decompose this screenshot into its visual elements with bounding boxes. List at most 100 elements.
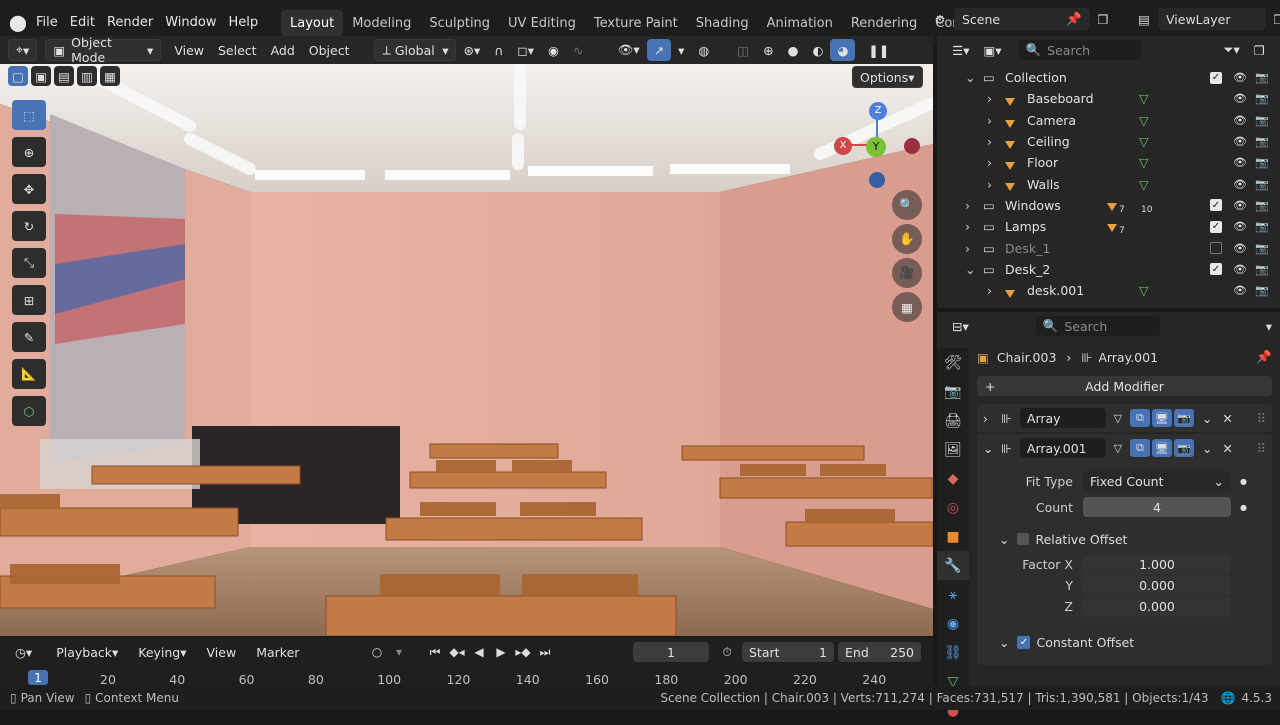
modifier-name-field[interactable]: Array: [1019, 408, 1106, 428]
viewport-toggle-icon[interactable]: 🖥: [1151, 439, 1172, 457]
outliner-row-ceiling[interactable]: › Ceiling ▽ 👁 📷: [937, 131, 1280, 152]
xray-toggle[interactable]: ◫: [730, 39, 756, 61]
transform-icon[interactable]: ⊞: [12, 285, 46, 315]
camera-icon[interactable]: 📷: [1255, 71, 1269, 84]
frame-ruler[interactable]: 1 20 40 60 80 100 120 140 160 180 200 220 240: [0, 638, 933, 687]
expand-chevron-icon[interactable]: ›: [983, 411, 997, 426]
factor-z-field[interactable]: 0.000: [1083, 596, 1231, 617]
outliner-search-input[interactable]: Search: [1047, 43, 1090, 58]
add-modifier-button[interactable]: + Add Modifier: [977, 376, 1272, 396]
add-cube-icon[interactable]: ⬡: [12, 396, 46, 426]
output-tab-icon[interactable]: 🖨: [937, 406, 969, 435]
outliner-search-field[interactable]: 🔍 Search: [1018, 40, 1141, 60]
on-cage-toggle-icon[interactable]: ⧉: [1129, 439, 1150, 457]
expand-chevron-icon[interactable]: ›: [965, 219, 970, 234]
camera-icon[interactable]: 📷: [1255, 242, 1269, 255]
camera-icon[interactable]: 📷: [1255, 92, 1269, 105]
filter-icon[interactable]: ⏷▾: [1217, 39, 1247, 61]
eye-icon[interactable]: 👁: [1233, 242, 1247, 255]
chevron-down-icon[interactable]: ⌄: [999, 635, 1009, 650]
viewport-toggle-icon[interactable]: 🖥: [1151, 409, 1172, 427]
exclude-checkbox[interactable]: ✓: [1210, 199, 1222, 212]
scene-icon[interactable]: ⚙: [926, 12, 954, 27]
outliner-row-windows[interactable]: › ▭ Windows 7 10 ✓ 👁 📷: [937, 195, 1280, 216]
edit-mode-toggle-icon[interactable]: ▽: [1108, 439, 1128, 457]
expand-chevron-icon[interactable]: ⌄: [965, 262, 975, 277]
exclude-checkbox[interactable]: ✓: [1210, 263, 1222, 276]
overlays-button[interactable]: ◍: [691, 39, 716, 61]
fit-type-dropdown[interactable]: Fixed Count ⌄: [1083, 471, 1231, 491]
modifier-name-field[interactable]: Array.001: [1019, 438, 1106, 458]
scale-icon[interactable]: ⤡: [12, 248, 46, 278]
outliner-row-desk-001[interactable]: › desk.001 ▽ 👁 📷: [937, 280, 1280, 301]
eye-icon[interactable]: 👁: [1233, 220, 1247, 233]
gizmo-z-axis[interactable]: Z: [869, 102, 887, 120]
outliner-row-floor[interactable]: › Floor ▽ 👁 📷: [937, 152, 1280, 173]
modifier-tab-icon[interactable]: 🔧: [937, 551, 969, 580]
pin-icon[interactable]: 📌: [1066, 11, 1082, 27]
workspace-tab-sculpting[interactable]: Sculpting: [420, 10, 499, 36]
drag-handle-icon[interactable]: ⠿: [1257, 441, 1266, 456]
viewport-menu-select[interactable]: Select: [211, 39, 264, 61]
select-new-icon[interactable]: ▢: [8, 66, 28, 86]
chevron-down-icon[interactable]: ⌄: [1202, 441, 1212, 456]
select-intersect-icon[interactable]: ▦: [100, 66, 120, 86]
eye-icon[interactable]: 👁: [1233, 71, 1247, 84]
factor-y-field[interactable]: 0.000: [1083, 575, 1231, 596]
chevron-down-icon[interactable]: ⌄: [1202, 411, 1212, 426]
workspace-tab-texture-paint[interactable]: Texture Paint: [585, 10, 687, 36]
move-icon[interactable]: ✥: [12, 174, 46, 204]
select-box-icon[interactable]: ⬚: [12, 100, 46, 130]
3d-viewport[interactable]: ▢ ▣ ▤ ▥ ▦ ⬚ ⊕ ✥ ↻ ⤡ ⊞ ✎ 📐 ⬡ Options ▾ Z Y…: [0, 64, 933, 636]
workspace-tab-shading[interactable]: Shading: [687, 10, 758, 36]
particles-tab-icon[interactable]: ⚹: [937, 580, 969, 609]
visibility-button[interactable]: 👁▾: [610, 39, 646, 61]
gizmo-x-axis[interactable]: X: [834, 137, 852, 155]
drag-handle-icon[interactable]: ⠿: [1257, 411, 1266, 426]
pause-render-button[interactable]: ❚❚: [861, 39, 896, 61]
pan-hand-icon[interactable]: ✋: [892, 224, 922, 254]
camera-icon[interactable]: 📷: [1255, 284, 1269, 297]
scene-tab-icon[interactable]: ◆: [937, 464, 969, 493]
modifier-header-array[interactable]: › ⊪ Array ▽ ⧉ 🖥 📷 ⌄ ✕ ⠿: [977, 404, 1272, 432]
exclude-checkbox[interactable]: [1210, 242, 1222, 255]
exclude-checkbox[interactable]: ✓: [1210, 71, 1222, 84]
eye-icon[interactable]: 👁: [1233, 135, 1247, 148]
camera-icon[interactable]: 📷: [1255, 178, 1269, 191]
outliner-row-walls[interactable]: › Walls ▽ 👁 📷: [937, 173, 1280, 194]
view-layer-icon[interactable]: ▤: [1130, 12, 1158, 27]
material-shading[interactable]: ◐: [806, 39, 831, 61]
solid-shading[interactable]: ●: [781, 39, 806, 61]
proportional-edit-toggle[interactable]: ◉: [541, 39, 566, 61]
camera-icon[interactable]: 📷: [1255, 114, 1269, 127]
orientation-dropdown[interactable]: ⟂ Global ▾: [374, 39, 457, 61]
outliner-row-collection[interactable]: ⌄ ▭ Collection ✓ 👁 📷: [937, 67, 1280, 88]
expand-chevron-icon[interactable]: ›: [965, 198, 970, 213]
keyframe-dot-icon[interactable]: ●: [1240, 477, 1247, 486]
chevron-down-icon[interactable]: ⌄: [999, 532, 1009, 547]
close-icon[interactable]: ✕: [1222, 441, 1232, 456]
outliner-editor-icon[interactable]: ☰▾: [945, 39, 976, 61]
keyframe-dot-icon[interactable]: ●: [1240, 503, 1247, 512]
workspace-tab-layout[interactable]: Layout: [281, 10, 344, 36]
workspace-tab-uv-editing[interactable]: UV Editing: [499, 10, 585, 36]
close-icon[interactable]: ✕: [1222, 411, 1232, 426]
expand-chevron-icon[interactable]: ›: [987, 283, 992, 298]
constraints-tab-icon[interactable]: ⛓: [937, 638, 969, 667]
new-scene-icon[interactable]: ❐: [1090, 12, 1116, 27]
relative-offset-checkbox[interactable]: [1017, 533, 1030, 545]
snap-target-button[interactable]: ◻▾: [510, 39, 541, 61]
outliner-row-lamps[interactable]: › ▭ Lamps 7 ✓ 👁 📷: [937, 216, 1280, 237]
on-cage-toggle-icon[interactable]: ⧉: [1129, 409, 1150, 427]
snap-toggle[interactable]: ∩: [487, 39, 510, 61]
expand-chevron-icon[interactable]: ⌄: [983, 441, 997, 456]
blender-logo-icon[interactable]: ⬤: [6, 13, 30, 32]
falloff-button[interactable]: ∿: [566, 39, 590, 61]
rendered-shading[interactable]: ◕: [830, 39, 856, 61]
factor-x-field[interactable]: 1.000: [1083, 554, 1231, 575]
edit-mode-toggle-icon[interactable]: ▽: [1108, 409, 1128, 427]
chevron-down-icon[interactable]: ▾: [1266, 319, 1272, 334]
properties-search-input[interactable]: Search: [1064, 319, 1107, 334]
physics-tab-icon[interactable]: ◉: [937, 609, 969, 638]
outliner-row-baseboard[interactable]: › Baseboard ▽ 👁 📷: [937, 88, 1280, 109]
